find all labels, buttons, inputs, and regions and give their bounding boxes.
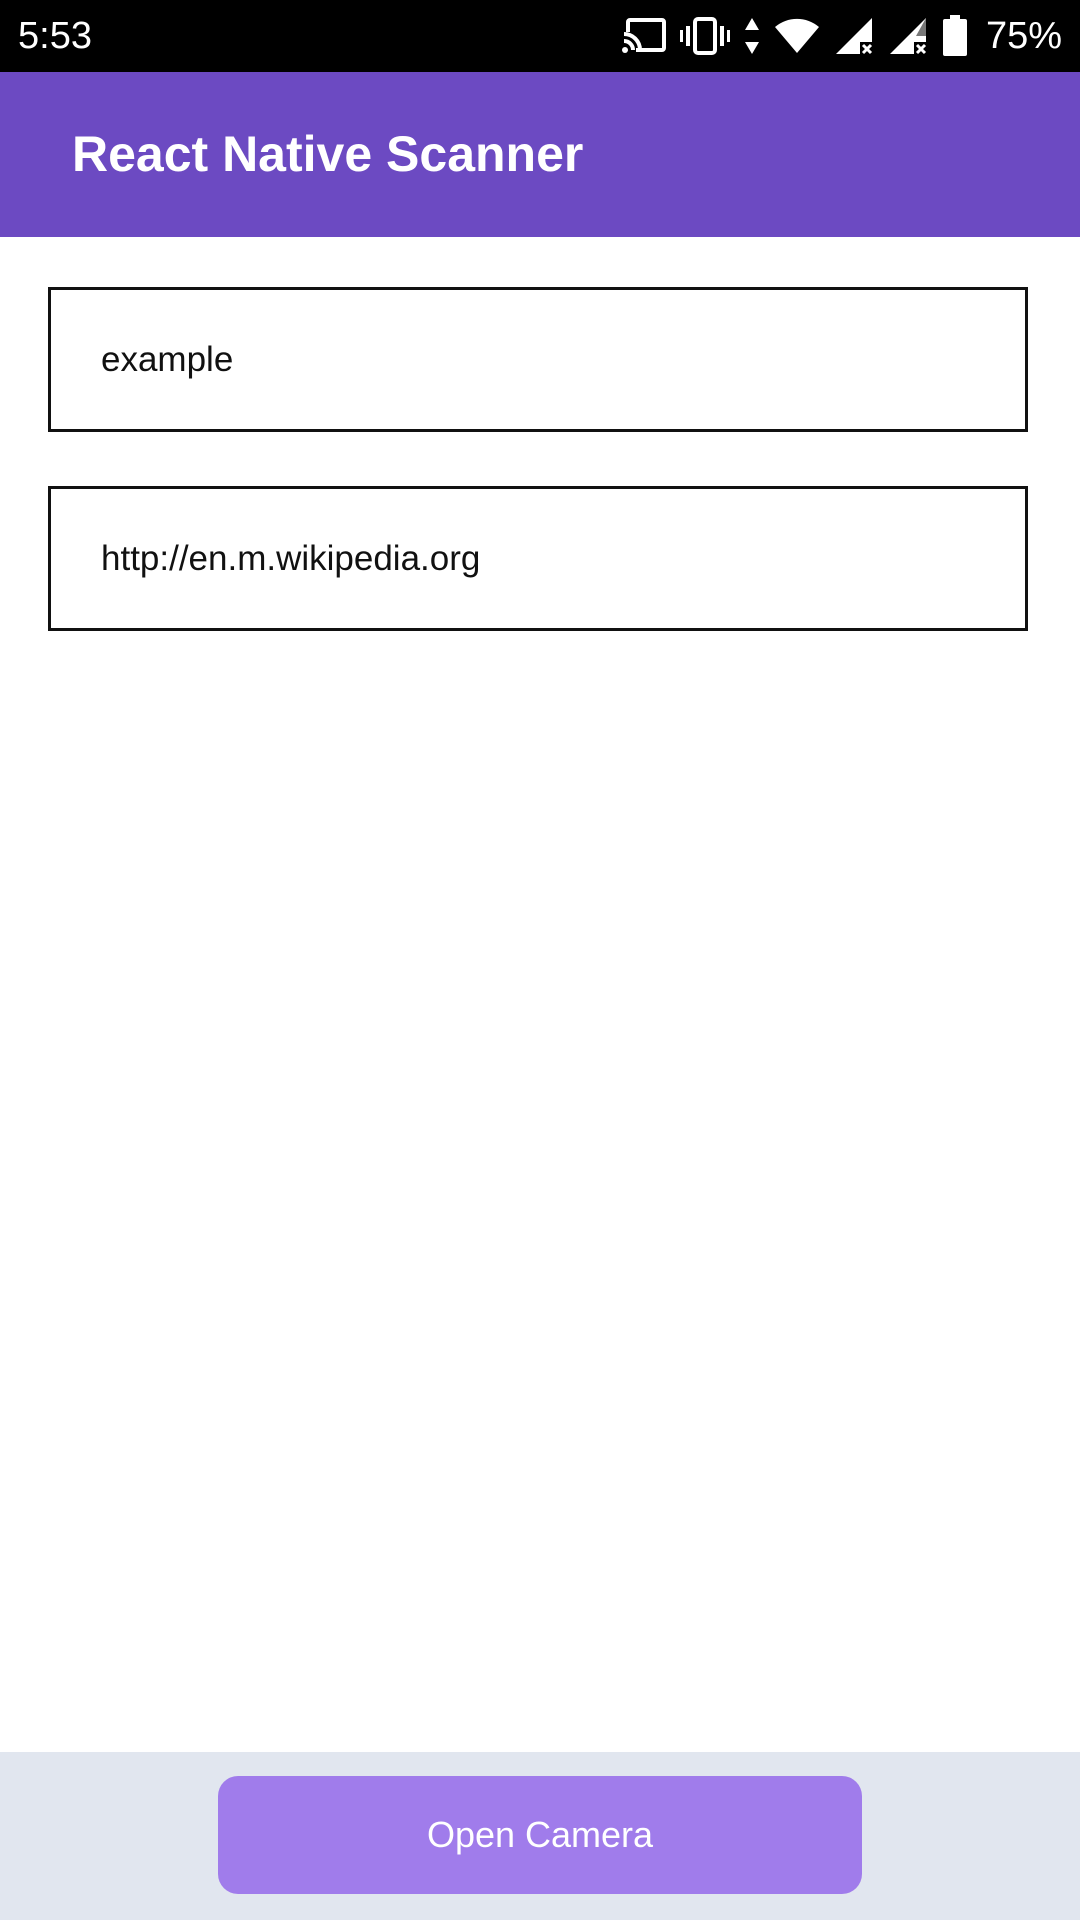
cast-icon bbox=[621, 18, 666, 54]
text-field-first[interactable]: example bbox=[48, 287, 1028, 432]
status-bar: 5:53 75% bbox=[0, 0, 1080, 72]
battery-icon bbox=[942, 15, 968, 57]
app-header: React Native Scanner bbox=[0, 72, 1080, 237]
signal-no-service-icon bbox=[888, 16, 928, 56]
text-field-second-value: http://en.m.wikipedia.org bbox=[101, 538, 481, 578]
open-camera-button[interactable]: Open Camera bbox=[218, 1776, 862, 1894]
signal-no-service-icon bbox=[834, 16, 874, 56]
screen: 5:53 75% React Native Scanner example ht… bbox=[0, 0, 1080, 1920]
bottom-bar: Open Camera bbox=[0, 1752, 1080, 1920]
data-arrows-icon bbox=[744, 16, 760, 56]
vibrate-icon bbox=[679, 16, 730, 56]
status-icons: 75% bbox=[621, 12, 1062, 60]
battery-percent: 75% bbox=[985, 15, 1062, 57]
status-time: 5:53 bbox=[18, 15, 92, 57]
wifi-icon bbox=[774, 17, 820, 55]
app-title: React Native Scanner bbox=[72, 126, 584, 182]
text-field-first-value: example bbox=[101, 339, 234, 379]
text-field-second[interactable]: http://en.m.wikipedia.org bbox=[48, 486, 1028, 631]
